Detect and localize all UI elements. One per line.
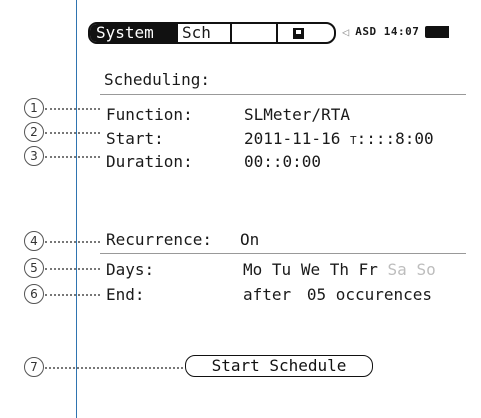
callout-5: 5: [24, 258, 44, 278]
duration-label: Duration:: [106, 152, 193, 171]
speaker-icon: ◁: [342, 25, 350, 39]
tab-bar: System Sch: [88, 22, 336, 44]
leader-line: [45, 294, 100, 296]
day-we[interactable]: We: [301, 260, 320, 279]
start-schedule-button[interactable]: Start Schedule: [185, 355, 373, 377]
status-bar: ◁ ASD 14:07: [342, 23, 450, 41]
time-marker: T: [349, 134, 357, 147]
leader-line: [45, 268, 100, 270]
days-selector: Mo Tu We Th Fr Sa So: [243, 261, 436, 279]
battery-icon: [425, 26, 450, 38]
day-tu[interactable]: Tu: [272, 260, 291, 279]
tab-system[interactable]: System: [90, 24, 178, 42]
function-value[interactable]: SLMeter/RTA: [244, 106, 350, 124]
function-label: Function:: [106, 105, 193, 124]
page-title: Scheduling:: [104, 70, 210, 89]
day-sa[interactable]: Sa: [388, 260, 407, 279]
leader-line: [45, 367, 183, 369]
recurrence-label: Recurrence:: [106, 230, 212, 249]
start-time-value: ::::8:00: [356, 129, 434, 148]
days-label: Days:: [106, 260, 155, 279]
day-th[interactable]: Th: [330, 260, 349, 279]
end-after-text: after: [243, 285, 292, 304]
divider: [100, 94, 466, 95]
end-count-value[interactable]: 05: [307, 285, 326, 304]
end-label: End:: [106, 285, 145, 304]
start-label: Start:: [106, 129, 164, 148]
end-unit-text: occurences: [335, 285, 433, 304]
floppy-disk-icon: [292, 27, 304, 39]
leader-line: [45, 108, 100, 110]
screen-border: [76, 0, 77, 418]
start-field[interactable]: 2011-11-16 T::::8:00: [244, 130, 434, 150]
leader-line: [45, 156, 100, 158]
callout-2: 2: [24, 122, 44, 142]
day-fr[interactable]: Fr: [359, 260, 378, 279]
callout-3: 3: [24, 146, 44, 166]
tab-sch[interactable]: Sch: [178, 24, 232, 42]
callout-1: 1: [24, 98, 44, 118]
callout-4: 4: [24, 231, 44, 251]
callout-6: 6: [24, 284, 44, 304]
status-text: ASD 14:07: [355, 25, 420, 38]
leader-line: [45, 132, 100, 134]
recurrence-value[interactable]: On: [240, 231, 259, 249]
start-date-value: 2011-11-16: [244, 129, 350, 148]
divider: [100, 253, 466, 254]
duration-value[interactable]: 00::0:00: [244, 153, 321, 171]
leader-line: [45, 241, 100, 243]
save-button[interactable]: [278, 24, 318, 42]
day-mo[interactable]: Mo: [243, 260, 262, 279]
day-so[interactable]: So: [416, 260, 435, 279]
callout-7: 7: [24, 357, 44, 377]
end-field[interactable]: after 05 occurences: [243, 286, 432, 304]
tab-blank[interactable]: [232, 24, 278, 42]
top-bar: System Sch ◁ ASD 14:07: [88, 22, 481, 46]
